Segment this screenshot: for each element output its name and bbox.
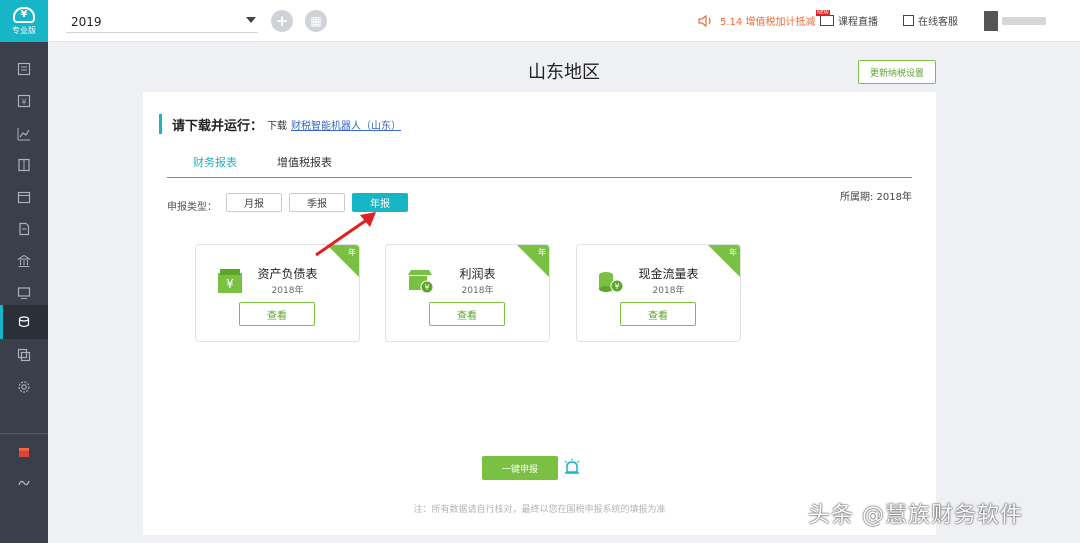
card-title: 现金流量表	[638, 267, 699, 281]
new-badge: NEW	[816, 10, 830, 16]
topbar: 2019 + ▦ 5.14 增值税加计抵减 NEW 课程直播 在线客服	[48, 0, 1080, 42]
service-icon[interactable]	[15, 474, 33, 490]
book-icon[interactable]	[15, 157, 33, 173]
download-prefix: 下载	[267, 120, 288, 132]
main-panel: 请下载并运行： 下载 财税智能机器人（山东） 财务报表 增值税报表 申报类型： …	[143, 92, 936, 535]
add-button[interactable]: +	[271, 10, 293, 32]
year-select-value: 2019	[71, 15, 102, 29]
notice-link[interactable]: 5.14 增值税加计抵减	[698, 13, 815, 28]
document-icon[interactable]	[15, 221, 33, 237]
cash-flow-card: 年 ¥ 现金流量表 2018年 查看	[576, 244, 741, 342]
svg-text:¥: ¥	[21, 98, 26, 107]
download-row: 请下载并运行： 下载 财税智能机器人（山东）	[159, 114, 401, 134]
tax-declare-icon[interactable]	[15, 314, 33, 330]
calendar-icon[interactable]	[15, 189, 33, 205]
sidebar-divider	[0, 433, 48, 434]
voucher-icon[interactable]: ¥	[15, 93, 33, 109]
view-cash-flow-button[interactable]: 查看	[620, 302, 696, 326]
avatar[interactable]	[984, 11, 998, 31]
watermark: 头条 @慧族财务软件	[808, 503, 1023, 528]
card-title: 利润表	[459, 267, 496, 281]
cloud-logo-icon: ¥	[13, 6, 35, 23]
username-redacted[interactable]	[1002, 17, 1046, 25]
gear-icon[interactable]	[15, 379, 33, 395]
bank-icon[interactable]	[15, 253, 33, 269]
card-title: 资产负债表	[257, 267, 318, 281]
live-course-link[interactable]: NEW 课程直播	[816, 10, 878, 28]
view-balance-sheet-button[interactable]: 查看	[239, 302, 315, 326]
period-type-label: 申报类型：	[167, 202, 217, 213]
speaker-icon	[698, 14, 711, 27]
card-year: 2018年	[652, 286, 685, 296]
edition-label: 专业版	[12, 25, 36, 35]
video-icon: NEW	[816, 10, 834, 26]
sidebar: ¥ 专业版 ¥	[0, 0, 48, 543]
tab-financial-statements[interactable]: 财务报表	[193, 154, 237, 170]
income-statement-card: 年 ¥ 利润表 2018年 查看	[385, 244, 550, 342]
year-select[interactable]: 2019	[66, 11, 258, 33]
copy-icon[interactable]	[15, 347, 33, 363]
grid-button[interactable]: ▦	[305, 10, 327, 32]
live-course-label: 课程直播	[838, 17, 878, 28]
card-year: 2018年	[271, 286, 304, 296]
chart-icon[interactable]	[15, 126, 33, 142]
ledger-icon[interactable]	[15, 61, 33, 77]
chevron-down-icon	[246, 17, 256, 23]
annual-corner-label: 年	[538, 248, 546, 257]
report-tabs: 财务报表 增值税报表	[167, 150, 912, 178]
gift-icon[interactable]	[15, 443, 33, 459]
notice-text: 5.14 增值税加计抵减	[720, 17, 816, 28]
download-robot-link[interactable]: 财税智能机器人（山东）	[291, 117, 401, 132]
monitor-icon[interactable]	[15, 285, 33, 301]
update-tax-settings-button[interactable]: 更新纳税设置	[858, 60, 936, 84]
annotation-arrow-icon	[315, 212, 376, 257]
one-click-declare-button[interactable]: 一键申报	[482, 456, 558, 480]
download-heading: 请下载并运行：	[172, 118, 264, 134]
view-income-statement-button[interactable]: 查看	[429, 302, 505, 326]
period-info: 所属期: 2018年	[840, 192, 912, 203]
card-year: 2018年	[461, 286, 494, 296]
tab-vat-report[interactable]: 增值税报表	[277, 154, 332, 170]
online-service-link[interactable]: 在线客服	[903, 13, 958, 28]
online-service-label: 在线客服	[918, 17, 958, 28]
chat-icon	[903, 15, 914, 26]
annual-corner-label: 年	[729, 248, 737, 257]
app-logo[interactable]: ¥ 专业版	[0, 0, 48, 42]
alarm-icon[interactable]	[563, 458, 581, 476]
period-monthly-button[interactable]: 月报	[226, 193, 282, 212]
